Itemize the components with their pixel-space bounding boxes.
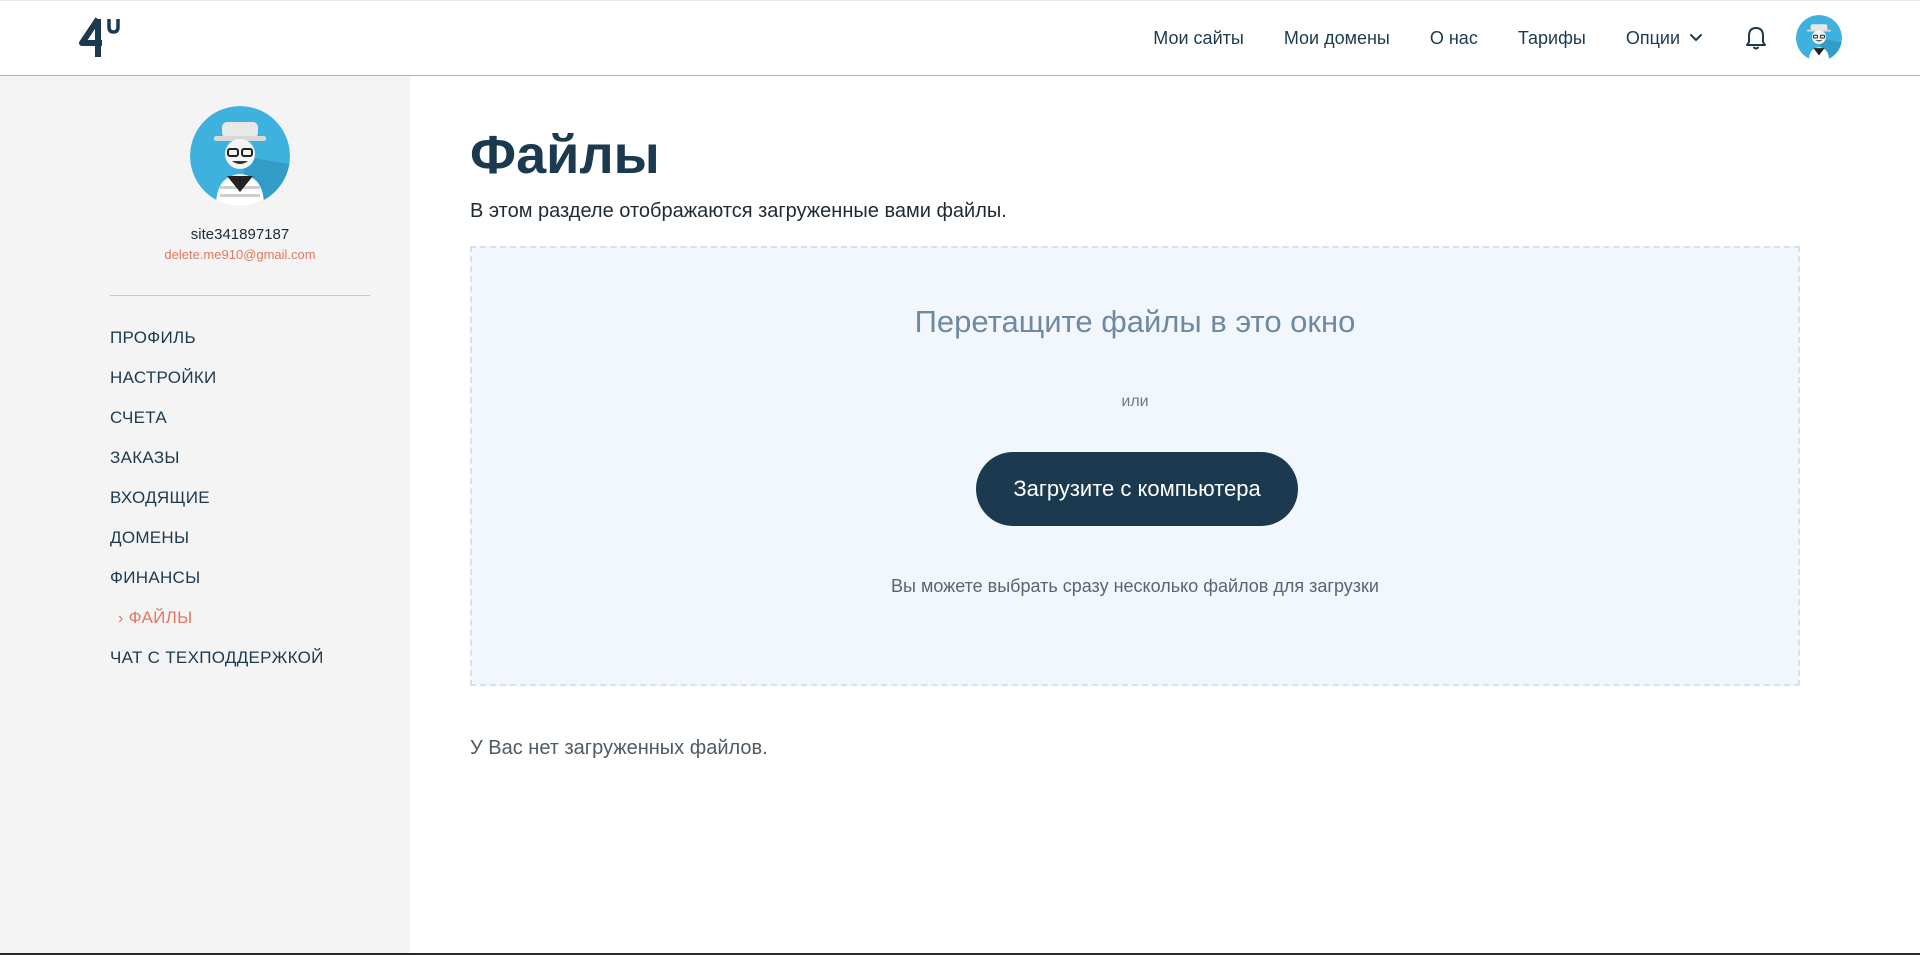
sidebar-item-label: ЧАТ С ТЕХПОДДЕРЖКОЙ — [110, 648, 324, 667]
sidebar-item-label: ФИНАНСЫ — [110, 568, 201, 587]
sidebar-item-label: НАСТРОЙКИ — [110, 368, 217, 387]
nav-about-label: О нас — [1429, 27, 1478, 48]
chevron-right-icon: › — [118, 610, 124, 627]
sidebar-item-finance[interactable]: ФИНАНСЫ — [110, 568, 324, 608]
nav-my-domains[interactable]: Мои домены — [1284, 28, 1390, 49]
nav-pricing-label: Тарифы — [1517, 27, 1586, 48]
nav-my-sites-label: Мои сайты — [1153, 27, 1244, 48]
chevron-down-icon — [1690, 34, 1702, 42]
dropzone-or: или — [1121, 393, 1149, 410]
sidebar-item-label: ФАЙЛЫ — [128, 608, 193, 627]
logo-4u[interactable] — [78, 15, 124, 59]
nav-my-domains-label: Мои домены — [1283, 27, 1390, 48]
sidebar-item-domains[interactable]: ДОМЕНЫ — [110, 528, 324, 568]
sidebar-email: delete.me910@gmail.com — [164, 247, 316, 262]
sidebar-username: site341897187 — [190, 226, 290, 243]
sidebar-item-files[interactable]: › ФАЙЛЫ — [110, 608, 324, 648]
nav-options-label: Опции — [1625, 27, 1680, 48]
sidebar-item-support-chat[interactable]: ЧАТ С ТЕХПОДДЕРЖКОЙ — [110, 648, 324, 688]
top-header: Мои сайты Мои домены О нас Тарифы Опции — [0, 1, 1920, 76]
sidebar-item-profile[interactable]: ПРОФИЛЬ — [110, 328, 324, 368]
page-subtitle: В этом разделе отображаются загруженные … — [470, 200, 1007, 222]
sidebar-item-label: ДОМЕНЫ — [110, 528, 190, 547]
bell-icon[interactable] — [1744, 25, 1768, 51]
sidebar-menu: ПРОФИЛЬ НАСТРОЙКИ СЧЕТА ЗАКАЗЫ ВХОДЯЩИЕ … — [110, 328, 324, 688]
page-title: Файлы — [470, 125, 660, 185]
upload-from-computer-button[interactable]: Загрузите с компьютера — [976, 452, 1298, 526]
nav-about[interactable]: О нас — [1430, 28, 1478, 49]
sidebar-item-settings[interactable]: НАСТРОЙКИ — [110, 368, 324, 408]
sidebar-item-label: ВХОДЯЩИЕ — [110, 488, 210, 507]
user-avatar-large — [190, 106, 290, 206]
main-nav: Мои сайты Мои домены О нас Тарифы Опции — [1153, 1, 1920, 75]
dropzone-hint: Вы можете выбрать сразу несколько файлов… — [891, 576, 1379, 596]
user-avatar-small[interactable] — [1796, 15, 1842, 61]
sidebar-item-invoices[interactable]: СЧЕТА — [110, 408, 324, 448]
sidebar: site341897187 delete.me910@gmail.com ПРО… — [0, 76, 410, 955]
file-dropzone[interactable]: Перетащите файлы в это окно или Загрузит… — [470, 246, 1800, 686]
dropzone-title: Перетащите файлы в это окно — [914, 304, 1356, 339]
sidebar-item-label: СЧЕТА — [110, 408, 168, 427]
nav-my-sites[interactable]: Мои сайты — [1153, 28, 1244, 49]
nav-pricing[interactable]: Тарифы — [1518, 28, 1586, 49]
sidebar-item-orders[interactable]: ЗАКАЗЫ — [110, 448, 324, 488]
empty-files-message: У Вас нет загруженных файлов. — [470, 737, 768, 759]
sidebar-item-inbox[interactable]: ВХОДЯЩИЕ — [110, 488, 324, 528]
sidebar-divider — [110, 295, 370, 296]
sidebar-item-label: ПРОФИЛЬ — [110, 328, 196, 347]
nav-options-dropdown[interactable]: Опции — [1626, 28, 1704, 49]
page: Мои сайты Мои домены О нас Тарифы Опции — [0, 0, 1920, 955]
sidebar-item-label: ЗАКАЗЫ — [110, 448, 180, 467]
